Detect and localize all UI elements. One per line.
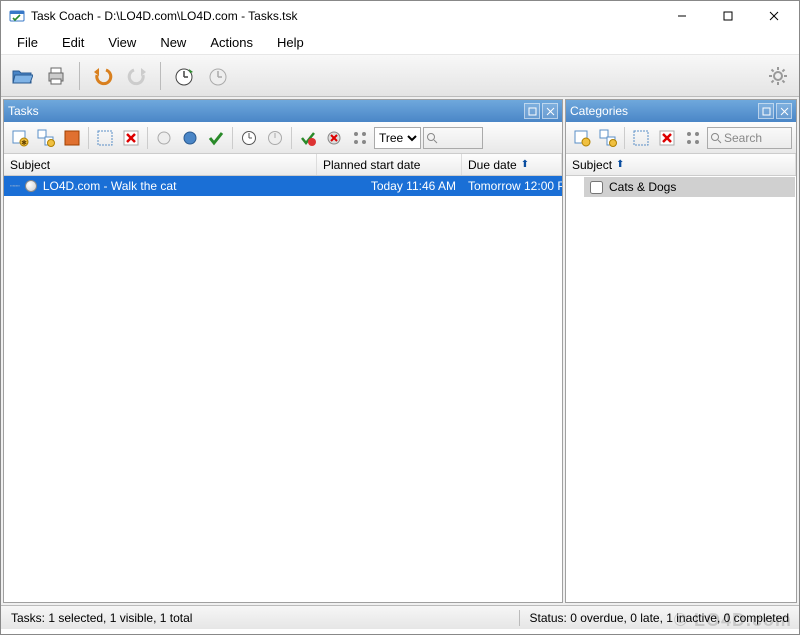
priority-low-button[interactable] [178, 126, 202, 150]
settings-button[interactable] [763, 61, 793, 91]
start-tracking-button[interactable] [169, 61, 199, 91]
select-all-categories-button[interactable] [629, 126, 653, 150]
status-right: Status: 0 overdue, 0 late, 1 inactive, 0… [530, 611, 790, 625]
tasks-panel-toolbar: ✱ Tree [4, 122, 562, 154]
window-title: Task Coach - D:\LO4D.com\LO4D.com - Task… [31, 9, 659, 23]
app-icon [9, 8, 25, 24]
categories-panel-title: Categories [570, 104, 628, 118]
categories-search[interactable]: Search [707, 127, 792, 149]
column-category-subject[interactable]: Subject ⬆ [566, 154, 796, 175]
edit-task-button[interactable] [60, 126, 84, 150]
column-planned-start[interactable]: Planned start date [317, 154, 462, 175]
maximize-button[interactable] [705, 2, 751, 30]
mark-complete-button[interactable] [204, 126, 228, 150]
status-left: Tasks: 1 selected, 1 visible, 1 total [11, 611, 192, 625]
tasks-column-header: Subject Planned start date Due date ⬆ [4, 154, 562, 176]
start-effort-button[interactable] [237, 126, 261, 150]
menu-view[interactable]: View [98, 33, 146, 52]
category-label: Cats & Dogs [609, 180, 676, 194]
sort-indicator-icon: ⬆ [616, 159, 624, 170]
column-due-date[interactable]: Due date ⬆ [462, 154, 562, 175]
toggle-complete-button[interactable] [296, 126, 320, 150]
category-row[interactable]: Cats & Dogs [584, 177, 795, 197]
delete-category-button[interactable] [655, 126, 679, 150]
task-row[interactable]: ┈┈ LO4D.com - Walk the cat Today 11:46 A… [4, 176, 562, 196]
tasks-panel-close[interactable] [542, 103, 558, 119]
window-titlebar: Task Coach - D:\LO4D.com\LO4D.com - Task… [1, 1, 799, 31]
categories-column-header: Subject ⬆ [566, 154, 796, 176]
toolbar-separator [160, 62, 161, 90]
tasks-panel: Tasks ✱ Tree [3, 99, 563, 603]
menu-bar: File Edit View New Actions Help [1, 31, 799, 55]
categories-rows[interactable]: Cats & Dogs [566, 176, 796, 602]
categories-panel: Categories Search Subject ⬆ Cats & Dogs [565, 99, 797, 603]
stop-effort-button[interactable] [263, 126, 287, 150]
tasks-rows[interactable]: ┈┈ LO4D.com - Walk the cat Today 11:46 A… [4, 176, 562, 602]
tree-connector: ┈┈ [10, 181, 19, 192]
new-task-button[interactable]: ✱ [8, 126, 32, 150]
tasks-search[interactable] [423, 127, 483, 149]
menu-help[interactable]: Help [267, 33, 314, 52]
undo-button[interactable] [88, 61, 118, 91]
stop-tracking-button[interactable] [203, 61, 233, 91]
categories-panel-toolbar: Search [566, 122, 796, 154]
view-mode-select[interactable]: Tree [374, 127, 421, 149]
category-filter-menu-button[interactable] [681, 126, 705, 150]
menu-new[interactable]: New [150, 33, 196, 52]
select-all-button[interactable] [93, 126, 117, 150]
task-due-date: Tomorrow 12:00 PM [462, 179, 562, 193]
redo-button[interactable] [122, 61, 152, 91]
column-subject[interactable]: Subject [4, 154, 317, 175]
tasks-panel-title: Tasks [8, 104, 39, 118]
menu-file[interactable]: File [7, 33, 48, 52]
categories-panel-header: Categories [566, 100, 796, 122]
menu-edit[interactable]: Edit [52, 33, 94, 52]
task-planned-start: Today 11:46 AM [317, 179, 462, 193]
print-button[interactable] [41, 61, 71, 91]
workspace: Tasks ✱ Tree [1, 97, 799, 605]
categories-panel-close[interactable] [776, 103, 792, 119]
open-button[interactable] [7, 61, 37, 91]
categories-search-placeholder: Search [724, 131, 762, 145]
priority-none-button[interactable] [152, 126, 176, 150]
status-bar: Tasks: 1 selected, 1 visible, 1 total St… [1, 605, 799, 629]
search-icon [426, 132, 438, 144]
tasks-panel-header: Tasks [4, 100, 562, 122]
category-checkbox[interactable] [590, 181, 603, 194]
task-status-icon [25, 180, 37, 192]
tasks-panel-maximize[interactable] [524, 103, 540, 119]
search-icon [710, 132, 722, 144]
svg-text:✱: ✱ [21, 139, 27, 147]
close-button[interactable] [751, 2, 797, 30]
categories-panel-maximize[interactable] [758, 103, 774, 119]
minimize-button[interactable] [659, 2, 705, 30]
filter-menu-button[interactable] [348, 126, 372, 150]
new-subcategory-button[interactable] [596, 126, 620, 150]
new-subtask-button[interactable] [34, 126, 58, 150]
new-category-button[interactable] [570, 126, 594, 150]
menu-actions[interactable]: Actions [200, 33, 263, 52]
main-toolbar [1, 55, 799, 97]
sort-indicator-icon: ⬆ [521, 159, 529, 170]
clear-filter-button[interactable] [322, 126, 346, 150]
delete-task-button[interactable] [119, 126, 143, 150]
task-subject: LO4D.com - Walk the cat [43, 179, 177, 193]
toolbar-separator [79, 62, 80, 90]
